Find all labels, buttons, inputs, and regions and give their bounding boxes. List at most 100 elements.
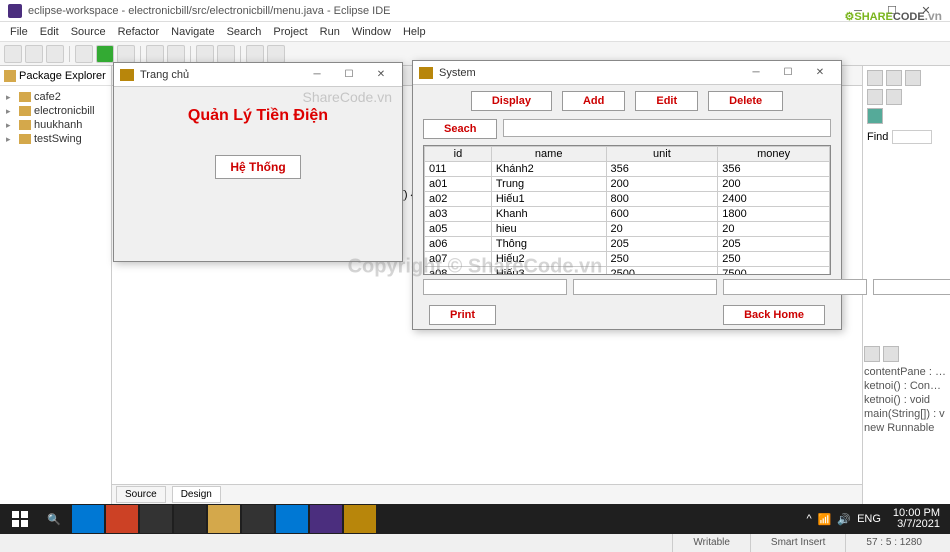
back-home-button[interactable]: Back Home [723,305,825,325]
money-input[interactable] [873,279,950,295]
task-item[interactable] [208,505,240,533]
java-app-icon [120,69,134,81]
task-item[interactable] [72,505,104,533]
task-item[interactable] [242,505,274,533]
java-icon[interactable] [886,89,902,105]
tray-icon[interactable]: ^ [806,513,811,525]
new-package-icon[interactable] [146,45,164,63]
system-tray[interactable]: ^ 📶 🔊 ENG 10:00 PM 3/7/2021 [806,508,946,530]
menu-navigate[interactable]: Navigate [165,24,220,40]
db-icon[interactable] [867,108,883,124]
search-button[interactable]: Seach [423,119,497,139]
menubar: File Edit Source Refactor Navigate Searc… [0,22,950,42]
sort-icon[interactable] [883,346,899,362]
menu-file[interactable]: File [4,24,34,40]
maximize-button[interactable]: ☐ [773,63,803,83]
run-icon[interactable] [96,45,114,63]
folder-icon [19,92,31,102]
add-button[interactable]: Add [562,91,625,111]
clock[interactable]: 10:00 PM 3/7/2021 [887,508,946,530]
print-button[interactable]: Print [429,305,496,325]
id-input[interactable] [423,279,567,295]
project-huukhanh[interactable]: ▸huukhanh [4,118,107,132]
forward-icon[interactable] [267,45,285,63]
menu-edit[interactable]: Edit [34,24,65,40]
tab-source[interactable]: Source [116,486,166,503]
close-button[interactable]: ✕ [366,65,396,85]
table-row[interactable]: a06Thông205205 [425,237,830,252]
new-icon[interactable] [4,45,22,63]
find-input[interactable] [892,130,932,144]
save-icon[interactable] [25,45,43,63]
outline-item[interactable]: new Runnable [864,421,946,435]
task-item[interactable] [174,505,206,533]
outline-item[interactable]: ketnoi() : void [864,393,946,407]
project-electronicbill[interactable]: ▸electronicbill [4,104,107,118]
he-thong-button[interactable]: Hệ Thống [215,155,300,179]
task-item[interactable] [310,505,342,533]
task-item[interactable] [106,505,138,533]
open-type-icon[interactable] [196,45,214,63]
package-explorer-icon [4,70,16,82]
tab-design[interactable]: Design [172,486,221,503]
perspective-icon[interactable] [867,89,883,105]
minimize-button[interactable]: ─ [741,63,771,83]
folder-icon [19,120,31,130]
table-row[interactable]: a08Hiếu325007500 [425,267,830,276]
back-icon[interactable] [246,45,264,63]
menu-help[interactable]: Help [397,24,432,40]
debug-icon[interactable] [75,45,93,63]
task-item[interactable] [344,505,376,533]
menu-refactor[interactable]: Refactor [112,24,166,40]
table-row[interactable]: a07Hiếu2250250 [425,252,830,267]
outline-item[interactable]: contentPane : JP [864,365,946,379]
task-item[interactable] [276,505,308,533]
table-row[interactable]: a02Hiếu18002400 [425,192,830,207]
start-button[interactable] [4,505,36,533]
window-title: eclipse-workspace - electronicbill/src/e… [28,5,842,17]
project-testswing[interactable]: ▸testSwing [4,132,107,146]
table-row[interactable]: 011Khánh2356356 [425,162,830,177]
table-row[interactable]: a01Trung200200 [425,177,830,192]
project-cafe2[interactable]: ▸cafe2 [4,90,107,104]
new-class-icon[interactable] [167,45,185,63]
menu-source[interactable]: Source [65,24,112,40]
app-heading: Quản Lý Tiền Điện [134,107,382,125]
folder-icon [19,134,31,144]
outline-icon[interactable] [886,70,902,86]
search-icon[interactable]: 🔍 [38,505,70,533]
search-icon[interactable] [217,45,235,63]
volume-icon[interactable]: 🔊 [837,513,851,526]
minimize-button[interactable]: ─ [302,65,332,85]
menu-search[interactable]: Search [221,24,268,40]
unit-input[interactable] [723,279,867,295]
wifi-icon[interactable]: 📶 [818,513,832,526]
menu-run[interactable]: Run [314,24,346,40]
lang-indicator[interactable]: ENG [857,513,881,525]
coverage-icon[interactable] [117,45,135,63]
window-title: Trang chủ [140,69,302,81]
task-item[interactable] [140,505,172,533]
palette-icon[interactable] [867,70,883,86]
display-button[interactable]: Display [471,91,552,111]
status-writable: Writable [672,533,750,552]
delete-button[interactable]: Delete [708,91,783,111]
search-input[interactable] [503,119,831,137]
data-table[interactable]: idnameunitmoney011Khánh2356356a01Trung20… [423,145,831,275]
statusbar: Writable Smart Insert 57 : 5 : 1280 [0,532,950,552]
table-row[interactable]: a05hieu2020 [425,222,830,237]
close-button[interactable]: ✕ [805,63,835,83]
menu-project[interactable]: Project [267,24,313,40]
edit-button[interactable]: Edit [635,91,698,111]
tasks-icon[interactable] [905,70,921,86]
save-all-icon[interactable] [46,45,64,63]
package-explorer: Package Explorer ▸cafe2 ▸electronicbill … [0,66,112,504]
outline-item[interactable]: ketnoi() : Connectio [864,379,946,393]
outline-item[interactable]: main(String[]) : v [864,407,946,421]
outline-panel: contentPane : JP ketnoi() : Connectio ke… [864,346,946,435]
name-input[interactable] [573,279,717,295]
outline-view-icon[interactable] [864,346,880,362]
maximize-button[interactable]: ☐ [334,65,364,85]
menu-window[interactable]: Window [346,24,397,40]
table-row[interactable]: a03Khanh6001800 [425,207,830,222]
